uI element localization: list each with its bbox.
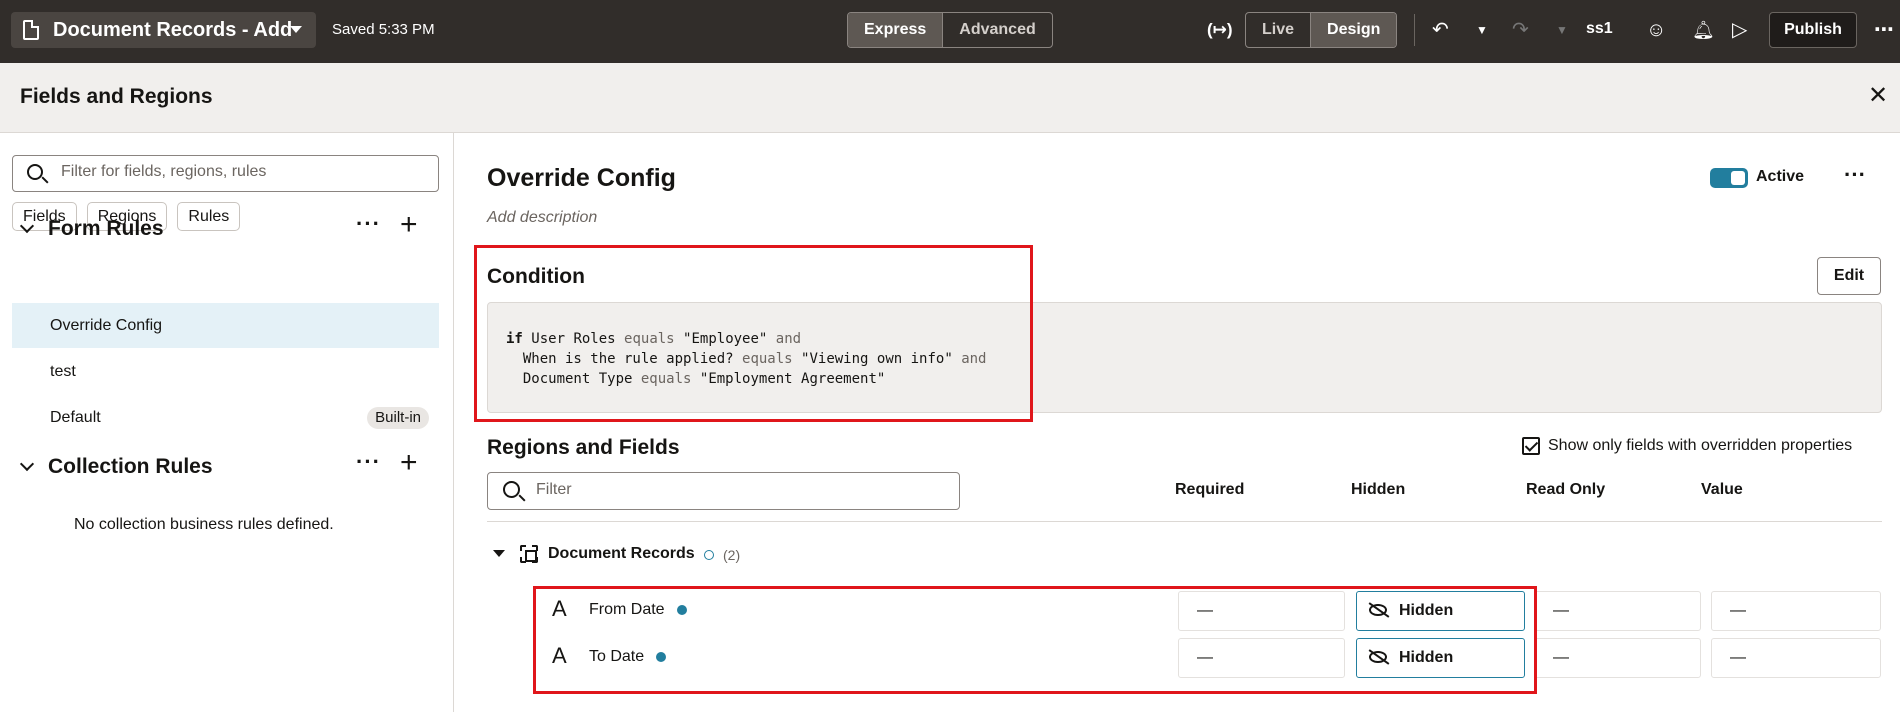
read-only-cell[interactable]: — [1534,638,1701,678]
column-read-only: Read Only [1526,481,1606,498]
page-title-menu[interactable]: Document Records - Add [11,12,316,48]
add-form-rule-icon[interactable]: + [400,210,418,240]
panel-header: Fields and Regions ✕ [0,63,1900,133]
top-bar: Document Records - Add Saved 5:33 PM Exp… [0,0,1900,63]
view-live-button[interactable]: Live [1246,13,1310,47]
rule-item-test[interactable]: test [12,349,439,394]
mode-switch: Express Advanced [847,12,1053,48]
add-collection-rule-icon[interactable]: + [400,448,418,478]
region-status-dot [704,550,714,560]
description-field[interactable]: Add description [487,209,597,227]
form-rules-more-icon[interactable]: ··· [356,213,381,235]
show-overridden-checkbox[interactable] [1522,437,1540,455]
redo-dropdown-icon[interactable]: ▼ [1556,16,1568,44]
rule-more-icon[interactable]: ··· [1844,164,1866,186]
column-value: Value [1701,481,1743,498]
value-cell[interactable]: — [1711,591,1881,631]
rule-item-label: test [50,363,76,380]
column-hidden: Hidden [1351,481,1406,498]
page-title: Document Records - Add [53,18,293,41]
table-divider [487,521,1882,522]
regions-fields-title: Regions and Fields [487,436,680,459]
rule-item-label: Default [50,409,101,426]
toolbar-divider [1414,14,1415,46]
chevron-down-icon[interactable] [19,218,35,234]
play-icon[interactable]: ▷ [1732,16,1747,44]
highlight-box-condition [474,245,1033,422]
active-toggle[interactable] [1710,168,1748,188]
undo-dropdown-icon[interactable]: ▼ [1476,16,1488,44]
left-pane: Fields Regions Rules Form Rules ··· + Ov… [0,133,454,712]
publish-button[interactable]: Publish [1769,12,1857,48]
built-in-badge: Built-in [367,407,429,429]
collection-empty-message: No collection business rules defined. [74,516,334,533]
rule-title[interactable]: Override Config [487,164,676,193]
region-icon [520,545,538,563]
column-required: Required [1175,481,1245,498]
value-cell[interactable]: — [1711,638,1881,678]
region-count: (2) [723,547,741,563]
panel-title: Fields and Regions [20,85,213,108]
form-rules-label: Form Rules [48,217,164,240]
saved-status: Saved 5:33 PM [332,21,435,38]
read-only-cell[interactable]: — [1534,591,1701,631]
mode-express-button[interactable]: Express [848,13,944,47]
caret-down-icon[interactable] [493,550,505,557]
bell-icon[interactable]: 🔔︎ [1692,16,1715,44]
edit-condition-button[interactable]: Edit [1817,257,1881,295]
search-icon [27,164,43,180]
collection-rules-header[interactable]: Collection Rules [19,455,213,479]
mode-advanced-button[interactable]: Advanced [943,13,1051,47]
document-icon [23,20,39,40]
view-switch: Live Design [1245,12,1398,48]
rule-item-default[interactable]: Default Built-in [12,395,439,440]
chip-rules[interactable]: Rules [177,202,241,231]
more-icon[interactable]: ⋯ [1874,16,1894,44]
highlight-box-fields [533,586,1537,694]
rule-item-override-config[interactable]: Override Config [12,303,439,348]
sandbox-name[interactable]: ss1 [1586,20,1613,38]
show-overridden-label[interactable]: Show only fields with overridden propert… [1548,437,1852,455]
expression-icon[interactable]: (↦) [1207,16,1233,44]
undo-icon[interactable]: ↶ [1432,16,1449,44]
rule-item-label: Override Config [50,317,163,334]
view-design-button[interactable]: Design [1310,13,1397,47]
fields-filter-box[interactable] [487,472,960,510]
region-name[interactable]: Document Records [548,545,695,563]
chevron-down-icon[interactable] [19,456,35,472]
active-label: Active [1756,168,1805,185]
close-icon[interactable]: ✕ [1868,81,1888,110]
collection-rules-more-icon[interactable]: ··· [356,451,381,473]
smiley-icon[interactable]: ☺ [1646,16,1666,44]
search-icon [503,481,520,498]
collection-rules-label: Collection Rules [48,455,213,478]
form-rules-header[interactable]: Form Rules [19,217,164,241]
search-box[interactable] [12,155,439,192]
chevron-down-icon[interactable] [290,26,302,33]
fields-filter-input[interactable] [536,481,936,499]
redo-icon[interactable]: ↷ [1512,16,1529,44]
search-input[interactable] [61,163,421,181]
